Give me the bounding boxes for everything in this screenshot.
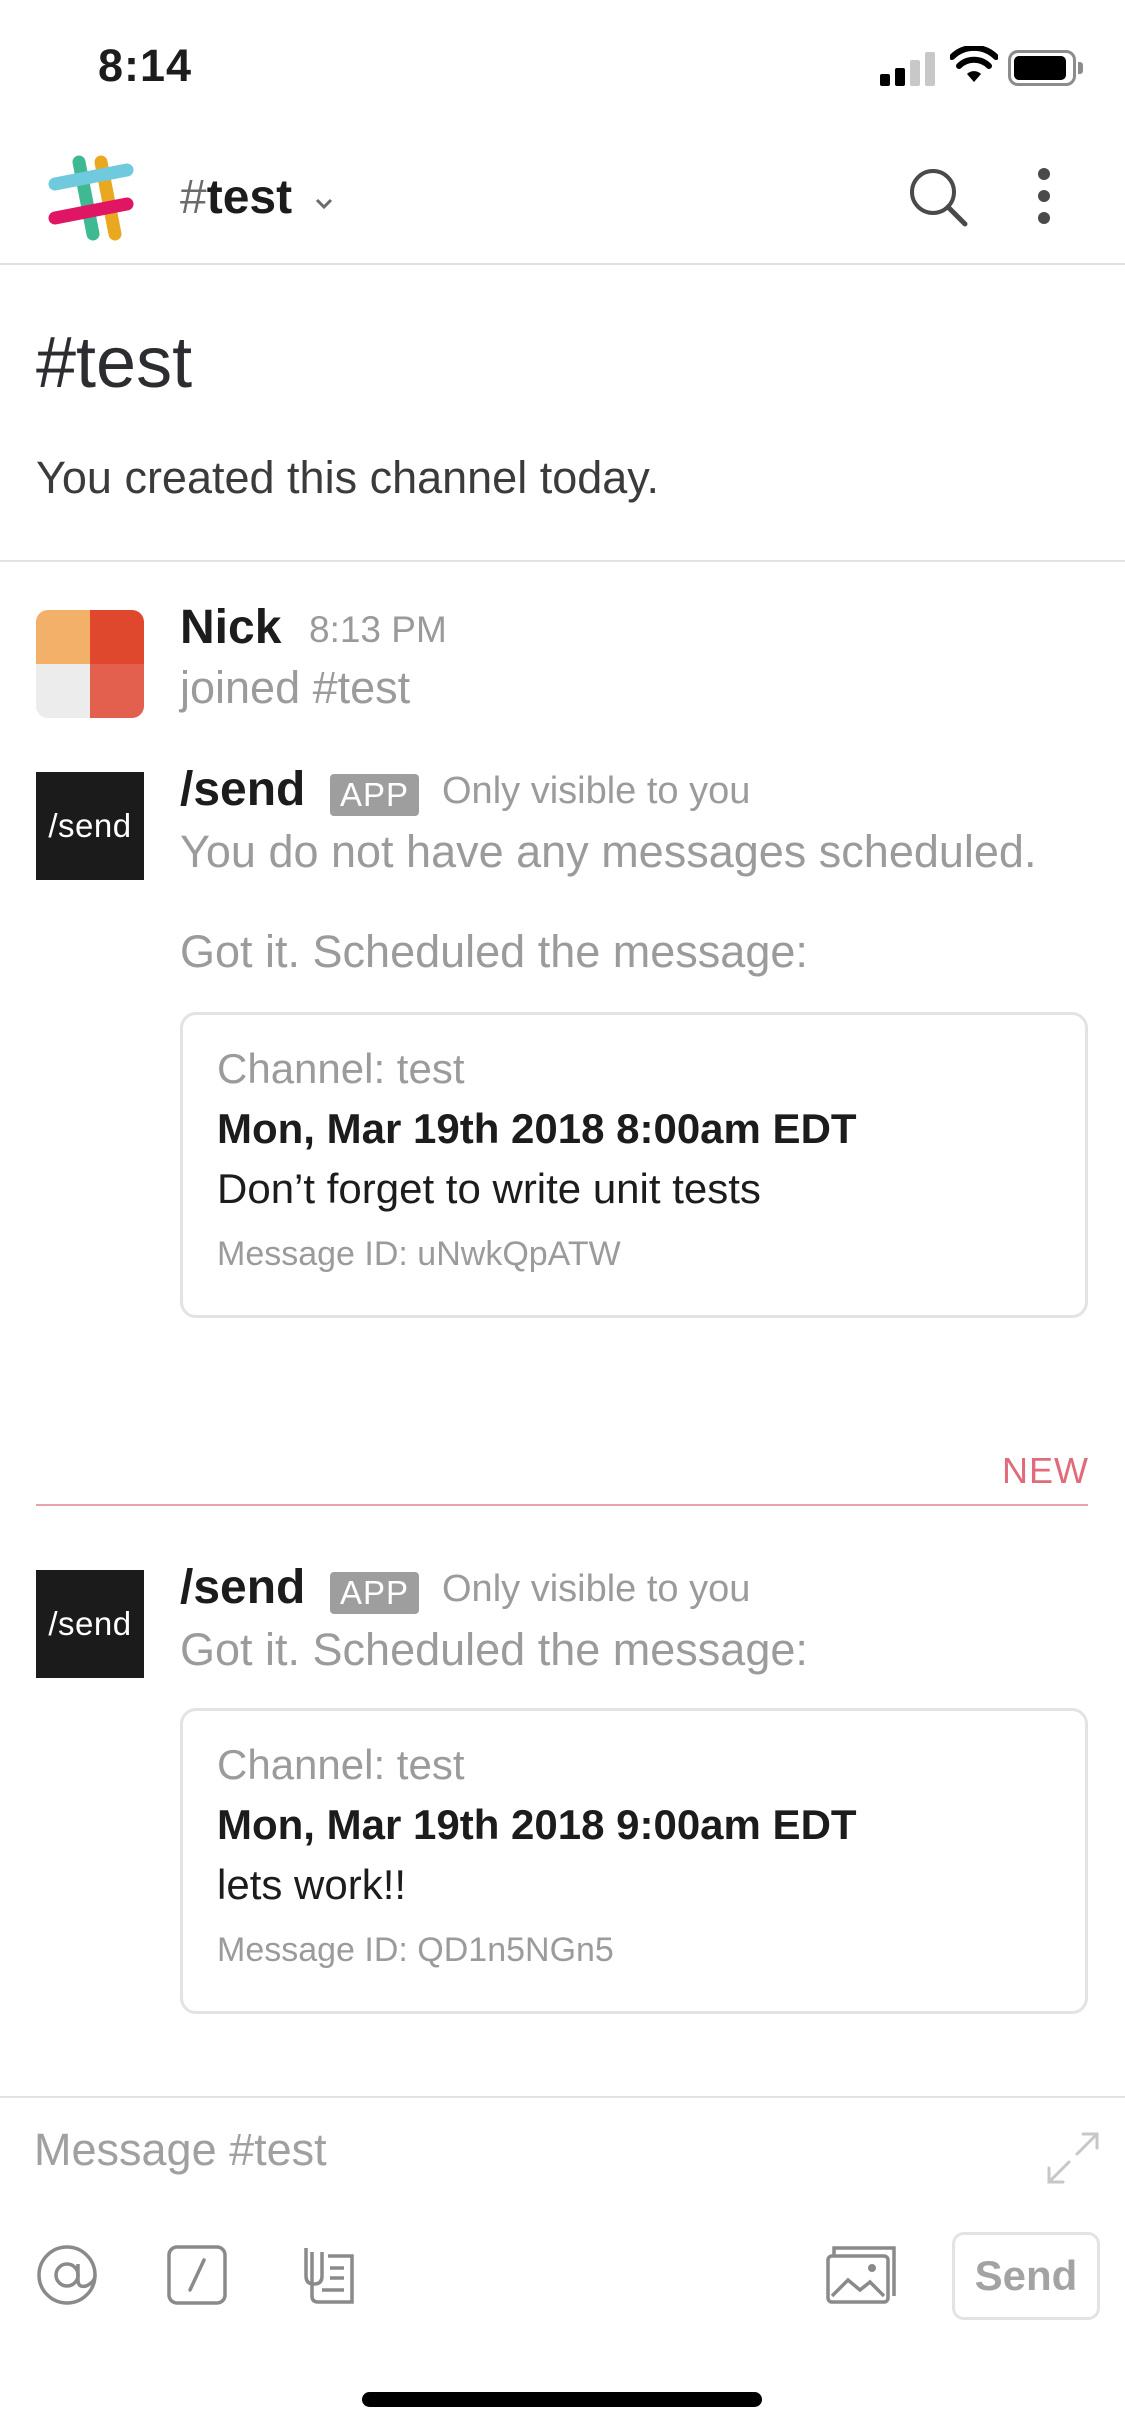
card-date: Mon, Mar 19th 2018 8:00am EDT [217,1105,857,1152]
card-message-id: Message ID: QD1n5NGn5 [217,1931,614,1969]
visibility-note: Only visible to you [442,770,751,812]
divider [0,560,1125,562]
message-timestamp: 8:13 PM [309,609,447,650]
avatar[interactable] [36,610,144,718]
wifi-icon [950,46,998,82]
new-messages-label: NEW [1002,1450,1089,1491]
card-message-id: Message ID: uNwkQpATW [217,1235,621,1273]
expand-icon[interactable] [1045,2130,1101,2186]
message-sender[interactable]: /send [180,762,305,817]
battery-icon [1008,50,1083,86]
app-badge: APP [330,1572,420,1614]
app-badge: APP [330,774,420,816]
card-text: Don’t forget to write unit tests [217,1165,761,1212]
scheduled-message-card: Channel: test Mon, Mar 19th 2018 9:00am … [180,1708,1088,2014]
status-time: 8:14 [98,40,193,91]
avatar[interactable]: /send [36,772,144,880]
card-channel: Channel: test [217,1045,465,1092]
new-messages-divider [36,1504,1088,1506]
visibility-note: Only visible to you [442,1568,751,1610]
cellular-signal-icon [880,50,940,86]
card-date: Mon, Mar 19th 2018 9:00am EDT [217,1801,857,1848]
scheduled-message-card: Channel: test Mon, Mar 19th 2018 8:00am … [180,1012,1088,1318]
divider [0,2096,1125,2098]
file-icon[interactable] [298,2242,364,2308]
send-button[interactable]: Send [952,2232,1100,2320]
message-text: joined #test [180,662,411,713]
slack-logo[interactable] [45,154,135,244]
channel-intro-title: #test [36,323,193,403]
channel-title[interactable]: #test [180,170,292,225]
image-icon[interactable] [824,2242,900,2308]
card-text: lets work!! [217,1861,407,1908]
message-input[interactable]: Message #test [34,2124,1034,2204]
search-icon[interactable] [905,164,971,230]
status-bar: 8:14 [0,0,1125,140]
channel-header: #test [0,140,1125,265]
avatar[interactable]: /send [36,1570,144,1678]
slash-command-icon[interactable] [164,2242,230,2308]
channel-intro-subtitle: You created this channel today. [36,452,659,503]
at-icon[interactable] [34,2242,100,2308]
message-text: Got it. Scheduled the message: [180,926,808,977]
card-channel: Channel: test [217,1741,465,1788]
chevron-down-icon[interactable] [312,192,336,216]
message-text: You do not have any messages scheduled. [180,826,1037,877]
message-sender[interactable]: Nick [180,600,281,655]
message-sender[interactable]: /send [180,1560,305,1615]
home-indicator [362,2392,762,2407]
more-vertical-icon[interactable] [1030,166,1058,226]
message-text: Got it. Scheduled the message: [180,1624,808,1675]
